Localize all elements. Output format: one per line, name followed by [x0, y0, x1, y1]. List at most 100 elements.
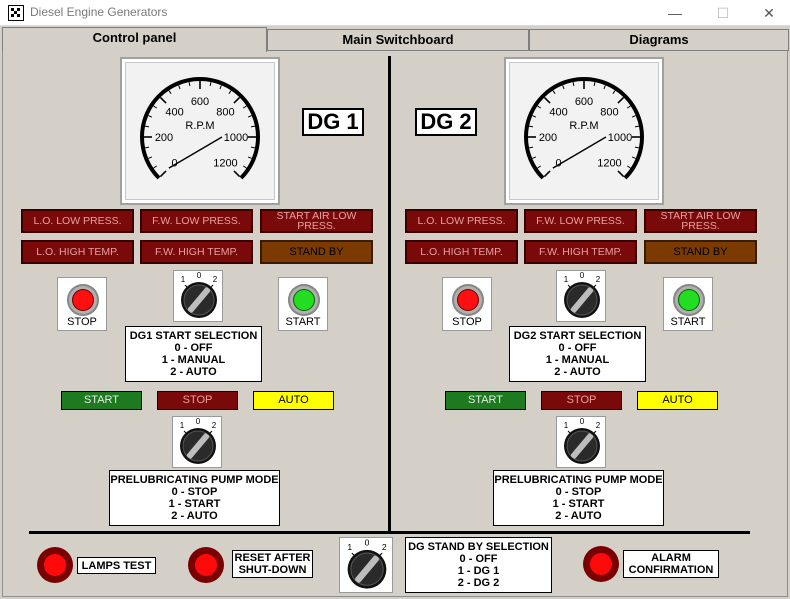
- dg1-rpm-gauge: 0 200 400 600 800 1000 1200 R.P.M: [120, 57, 280, 205]
- dg1-prelub-line: 0 - STOP: [171, 486, 218, 498]
- dg2-prelub-knob-mark: 0: [580, 417, 585, 426]
- dg2-status-start: START: [445, 391, 526, 410]
- dg2-status-auto: AUTO: [637, 391, 718, 410]
- dg1-selection-line: 1 - MANUAL: [161, 354, 226, 366]
- bottom-divider: [29, 531, 750, 534]
- alarm-confirmation-label: ALARM CONFIRMATION: [623, 550, 719, 578]
- dg2-start-selection-info: DG2 START SELECTION 0 - OFF 1 - MANUAL 2…: [509, 326, 646, 382]
- dg2-gauge-tick: [603, 85, 606, 90]
- dg2-gauge-tick: [528, 146, 534, 149]
- dg1-alarm-start-air-low-press: START AIR LOW PRESS.: [260, 209, 373, 233]
- dg2-gauge-tick-label: 800: [600, 107, 618, 119]
- app-icon: [8, 5, 24, 21]
- dg1-alarm-fw-high-temp: F.W. HIGH TEMP.: [140, 240, 253, 264]
- dg1-start-button[interactable]: START: [278, 277, 328, 331]
- dg2-start-knob-mark: 1: [564, 275, 569, 284]
- dg1-prelub-line: 1 - START: [168, 498, 221, 510]
- dg1-gauge-tick: [148, 156, 153, 159]
- dg2-selection-line: 1 - MANUAL: [545, 354, 610, 366]
- dg1-start-label: START: [285, 316, 321, 328]
- dg2-start-knob-mark: 2: [596, 275, 601, 284]
- standby-selection-line: 1 - DG 1: [457, 565, 500, 577]
- dg2-prelub-info: PRELUBRICATING PUMP MODE 0 - STOP 1 - ST…: [493, 470, 664, 526]
- tab-diagrams[interactable]: Diagrams: [529, 29, 789, 51]
- dg2-start-button[interactable]: START: [663, 277, 713, 331]
- dg2-standby-lamp: STAND BY: [644, 240, 757, 264]
- dg2-alarm-lo-high-temp: L.O. HIGH TEMP.: [405, 240, 518, 264]
- dg1-gauge-tick: [188, 81, 191, 87]
- dg2-gauge-tick-label: 1200: [597, 157, 621, 169]
- dg2-gauge-tick: [631, 115, 636, 118]
- dg1-gauge-tick-label: 1000: [224, 132, 248, 144]
- dg1-gauge-unit: R.P.M: [185, 120, 214, 132]
- reset-label-line: RESET AFTER: [234, 552, 311, 564]
- selector-knob-icon: 1 0 2: [564, 417, 601, 464]
- dg1-gauge-tick: [247, 156, 252, 159]
- dg2-gauge-tick: [537, 105, 542, 109]
- dg2-label: DG 2: [415, 108, 477, 136]
- dg1-stop-button[interactable]: STOP: [57, 277, 107, 331]
- dg2-stop-label: STOP: [452, 316, 482, 328]
- dg2-gauge-tick: [617, 96, 625, 104]
- dg2-gauge-tick: [572, 81, 575, 87]
- dg1-prelub-selector-knob[interactable]: 1 0 2: [172, 416, 222, 468]
- dg1-prelub-knob-mark: 0: [196, 417, 201, 426]
- standby-selector-knob[interactable]: 1 0 2: [339, 537, 393, 593]
- dg2-prelub-line: 1 - START: [552, 498, 605, 510]
- dg2-status-stop: STOP: [541, 391, 622, 410]
- dg1-gauge-tick: [159, 170, 167, 178]
- dg1-gauge-tick: [153, 105, 158, 109]
- dg1-selection-line: 0 - OFF: [174, 342, 213, 354]
- dg1-gauge-tick: [168, 90, 172, 95]
- title-bar: Diesel Engine Generators — ☐ ✕: [0, 0, 790, 26]
- dg2-prelub-knob-mark: 1: [564, 421, 569, 430]
- dg2-stop-lamp-icon: [452, 284, 484, 316]
- dg2-gauge-tick: [562, 85, 565, 90]
- standby-knob-mark: 0: [365, 538, 370, 548]
- alarm-conf-label-line: ALARM: [651, 552, 691, 564]
- dg1-gauge-tick: [209, 81, 212, 87]
- dg1-gauge-tick: [159, 96, 167, 104]
- dg2-start-label: START: [670, 316, 706, 328]
- dg1-start-knob-mark: 2: [213, 275, 218, 284]
- tab-main-switchboard[interactable]: Main Switchboard: [267, 29, 529, 51]
- dg2-gauge-tick: [631, 156, 636, 159]
- dg2-prelub-line: 2 - AUTO: [555, 510, 602, 522]
- tab-control-panel[interactable]: Control panel: [2, 27, 267, 52]
- dg1-start-knob-mark: 0: [197, 271, 202, 280]
- dg1-selection-line: 2 - AUTO: [170, 366, 217, 378]
- alarm-confirmation-button[interactable]: [583, 546, 619, 582]
- dg2-start-knob-mark: 0: [580, 271, 585, 280]
- dg2-gauge-tick: [634, 146, 640, 149]
- dg2-stop-button[interactable]: STOP: [442, 277, 492, 331]
- maximize-button[interactable]: ☐: [700, 0, 746, 26]
- dg2-start-selector-knob[interactable]: 1 0 2: [556, 270, 606, 322]
- dg1-status-start: START: [61, 391, 142, 410]
- dg1-stop-label: STOP: [67, 316, 97, 328]
- dg1-start-selector-knob[interactable]: 1 0 2: [173, 270, 223, 322]
- standby-selection-info: DG STAND BY SELECTION 0 - OFF 1 - DG 1 2…: [405, 537, 552, 593]
- dg1-standby-lamp: STAND BY: [260, 240, 373, 264]
- reset-shutdown-label: RESET AFTER SHUT-DOWN: [232, 550, 313, 578]
- dg2-gauge-tick: [528, 125, 534, 128]
- close-button[interactable]: ✕: [746, 0, 790, 26]
- dg2-gauge-tick: [634, 125, 640, 128]
- minimize-button[interactable]: —: [652, 0, 698, 26]
- dg1-gauge-tick: [233, 96, 241, 104]
- reset-shutdown-button[interactable]: [188, 547, 224, 583]
- lamps-test-button[interactable]: [37, 547, 73, 583]
- reset-label-line: SHUT-DOWN: [238, 564, 307, 576]
- dg1-gauge-tick-label: 200: [155, 132, 173, 144]
- dg2-gauge-tick: [626, 105, 631, 109]
- dg1-gauge-tick: [144, 146, 150, 149]
- window-title: Diesel Engine Generators: [30, 5, 168, 19]
- standby-knob-mark: 1: [347, 542, 352, 552]
- dg1-alarm-fw-low-press: F.W. LOW PRESS.: [140, 209, 253, 233]
- dg2-prelub-selector-knob[interactable]: 1 0 2: [556, 416, 606, 468]
- dg2-start-lamp-icon: [673, 284, 705, 316]
- dg1-prelub-info: PRELUBRICATING PUMP MODE 0 - STOP 1 - ST…: [109, 470, 280, 526]
- dg2-rpm-gauge: 0 200 400 600 800 1000 1200 R.P.M: [504, 57, 664, 205]
- selector-knob-icon: 1 0 2: [181, 271, 218, 318]
- standby-selection-title: DG STAND BY SELECTION: [408, 541, 549, 553]
- dg1-gauge-tick: [247, 115, 252, 118]
